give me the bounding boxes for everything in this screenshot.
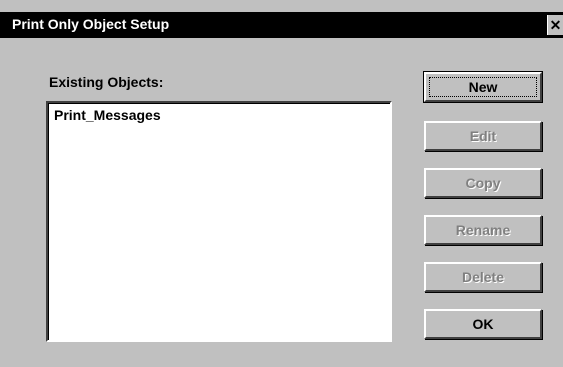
rename-button-label: Rename [455, 222, 511, 238]
focus-rectangle [429, 77, 537, 97]
new-button[interactable]: New [423, 71, 543, 103]
ok-button-label: OK [472, 316, 494, 332]
rename-button[interactable]: Rename [424, 215, 542, 245]
delete-button-label: Delete [461, 269, 505, 285]
existing-objects-list[interactable]: Print_Messages [46, 101, 392, 342]
existing-objects-label: Existing Objects: [49, 74, 164, 90]
window-title: Print Only Object Setup [12, 16, 170, 32]
list-item[interactable]: Print_Messages [54, 107, 161, 123]
close-icon[interactable]: ✕ [547, 15, 563, 35]
delete-button[interactable]: Delete [424, 262, 542, 292]
copy-button[interactable]: Copy [424, 168, 542, 198]
ok-button[interactable]: OK [424, 309, 542, 339]
print-only-object-setup-dialog: Print Only Object Setup ✕ Existing Objec… [0, 0, 563, 367]
edit-button[interactable]: Edit [424, 121, 542, 151]
edit-button-label: Edit [469, 128, 497, 144]
title-bar: Print Only Object Setup ✕ [0, 12, 563, 38]
copy-button-label: Copy [465, 175, 501, 191]
